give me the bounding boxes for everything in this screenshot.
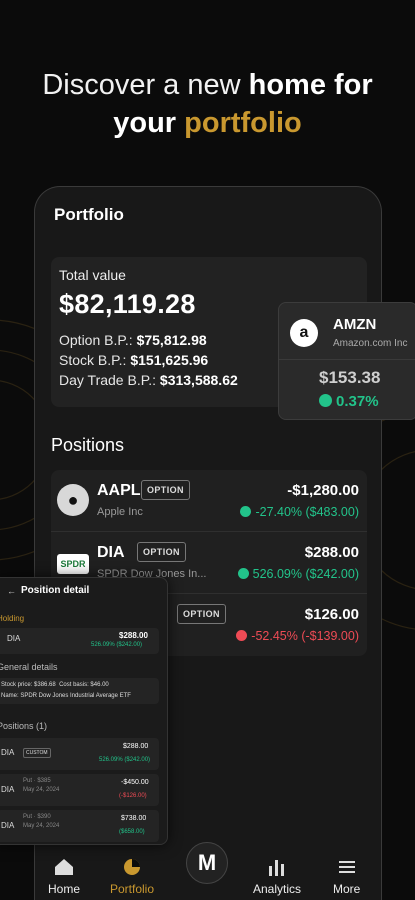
daytrade-bp-label: Day Trade B.P.: — [59, 372, 160, 388]
amzn-name: Amazon.com Inc — [333, 338, 408, 349]
home-icon — [55, 859, 73, 875]
stock-price-label: Stock price: — [1, 682, 35, 688]
menu-icon — [338, 861, 355, 873]
spdr-logo-icon: SPDR — [57, 554, 89, 574]
back-arrow-icon[interactable]: ← — [7, 586, 16, 596]
detail-ticker: DIA — [1, 785, 15, 794]
stock-bp-label: Stock B.P.: — [59, 352, 131, 368]
option-bp-value: $75,812.98 — [136, 332, 207, 348]
etf-name-label: Name: — [1, 693, 21, 699]
detail-sub: Put · $385 — [23, 778, 51, 784]
amzn-change: 0.37% — [319, 393, 379, 410]
amzn-price: $153.38 — [319, 368, 381, 387]
amzn-change-text: 0.37% — [336, 393, 379, 410]
arrow-up-circle-icon — [319, 394, 332, 407]
position-ticker: AAPL — [97, 482, 141, 499]
amzn-quote-card[interactable]: a AMZN Amazon.com Inc $153.38 0.37% — [278, 302, 415, 420]
detail-date: May 24, 2024 — [23, 823, 60, 829]
detail-ticker: DIA — [1, 748, 15, 757]
position-change: 526.09% ($242.00) — [237, 567, 359, 581]
option-badge: OPTION — [141, 480, 190, 500]
detail-change: ($658.00) — [119, 829, 145, 835]
position-ticker: DIA — [97, 544, 125, 561]
headline-bold2: your — [113, 107, 185, 139]
holding-label: Holding — [0, 614, 25, 623]
position-detail-panel: ← Position detail Holding DIA $288.00 52… — [0, 577, 168, 845]
stock-price-line: Stock price: $386.68 Cost basis: $46.00 — [1, 682, 109, 688]
detail-change: (-$126.00) — [119, 793, 147, 799]
tab-portfolio[interactable]: Portfolio — [110, 858, 154, 896]
stock-price-value: $386.68 — [34, 682, 56, 688]
option-badge: OPTION — [137, 542, 186, 562]
position-name: Apple Inc — [97, 506, 143, 518]
detail-ticker: DIA — [1, 821, 15, 830]
cost-basis-value: $46.00 — [90, 682, 109, 688]
arrow-up-circle-icon — [237, 568, 249, 579]
custom-badge: CUSTOM — [23, 748, 51, 758]
position-price: $126.00 — [304, 606, 359, 623]
tab-more-label: More — [333, 882, 361, 896]
option-bp-label: Option B.P.: — [59, 332, 137, 348]
etf-name-value: SPDR Dow Jones Industrial Average ETF — [20, 693, 131, 699]
headline-bold1: home for — [248, 69, 373, 101]
pie-chart-icon — [124, 859, 141, 875]
daytrade-bp-value: $313,588.62 — [159, 372, 238, 388]
etf-name-line: Name: SPDR Dow Jones Industrial Average … — [1, 693, 131, 699]
position-price: $288.00 — [304, 544, 359, 561]
arrow-down-circle-icon — [236, 630, 248, 641]
tab-more[interactable]: More — [333, 858, 360, 896]
general-details-label: General details — [0, 662, 58, 672]
amazon-logo-icon: a — [290, 319, 318, 347]
position-change-text: -27.40% ($483.00) — [255, 505, 359, 519]
arrow-down-circle-icon — [240, 506, 252, 517]
positions-count-label: Positions (1) — [0, 721, 48, 731]
stock-bp-value: $151,625.96 — [130, 352, 209, 368]
amzn-ticker: AMZN — [333, 316, 377, 333]
position-change: -52.45% (-$139.00) — [236, 629, 359, 643]
position-change-text: 526.09% ($242.00) — [252, 567, 359, 581]
divider — [279, 359, 415, 360]
position-price: -$1,280.00 — [287, 482, 359, 499]
holding-change: 526.09% ($242.00) — [91, 642, 143, 648]
position-change: -27.40% ($483.00) — [240, 505, 359, 519]
tab-home[interactable]: Home — [48, 858, 80, 896]
bar-chart-icon — [269, 860, 285, 876]
total-value-label: Total value — [59, 267, 126, 283]
headline: Discover a new home for your portfolio — [0, 66, 415, 142]
detail-price: $738.00 — [121, 815, 147, 822]
detail-price: $288.00 — [123, 743, 149, 750]
option-badge: OPTION — [177, 604, 226, 624]
page-title: Portfolio — [54, 205, 124, 224]
detail-change: 526.09% ($242.00) — [99, 757, 151, 763]
position-change-text: -52.45% (-$139.00) — [251, 629, 359, 643]
holding-price: $288.00 — [119, 631, 148, 640]
cost-basis-label: Cost basis: — [59, 682, 91, 688]
tab-analytics[interactable]: Analytics — [253, 858, 301, 896]
center-logo-button[interactable]: M — [186, 842, 228, 884]
detail-price: -$450.00 — [121, 779, 149, 786]
position-row-aapl[interactable]: ● AAPL OPTION Apple Inc -$1,280.00 -27.4… — [51, 470, 367, 532]
holding-ticker: DIA — [7, 634, 21, 643]
headline-accent: portfolio — [184, 107, 302, 139]
tab-portfolio-label: Portfolio — [110, 882, 155, 896]
detail-date: May 24, 2024 — [23, 787, 60, 793]
detail-title: Position detail — [21, 585, 90, 596]
detail-sub: Put · $390 — [23, 814, 51, 820]
positions-heading: Positions — [51, 435, 125, 455]
tab-home-label: Home — [48, 882, 81, 896]
headline-part1: Discover a new — [42, 69, 249, 101]
apple-logo-icon: ● — [57, 484, 89, 516]
tab-analytics-label: Analytics — [253, 882, 302, 896]
